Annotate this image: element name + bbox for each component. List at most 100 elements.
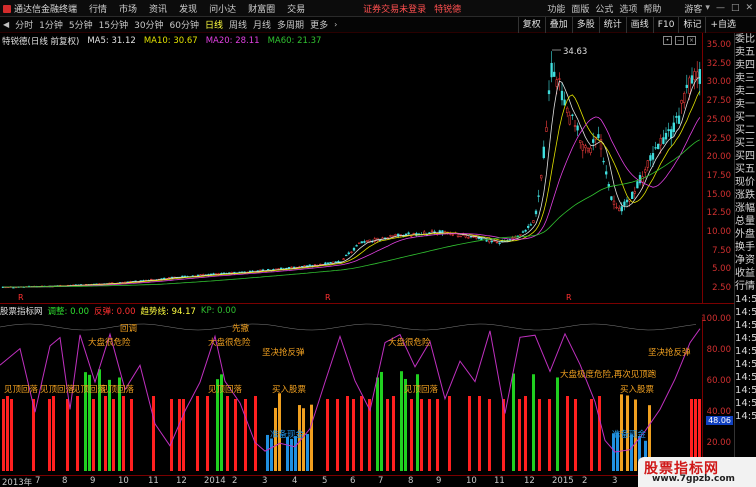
menu-caifuquan[interactable]: 财富圈 [242,2,281,15]
date-tick: 7 [35,476,41,486]
period-daily[interactable]: 日线 [202,18,226,31]
signal-bar [48,399,51,471]
indicator-signal-label: 坚决抢反弹 [648,347,691,358]
period-30min[interactable]: 30分钟 [131,18,166,31]
signal-bar [244,399,247,471]
dropdown-icon[interactable]: ▾ [702,3,713,13]
side-panel-label: 行情 [735,281,755,292]
menu-gongneng[interactable]: 功能 [544,2,568,15]
candle [352,246,356,252]
user-label[interactable]: 游客 [684,2,702,15]
tool-biaoji[interactable]: 标记 [678,17,705,33]
side-panel-label: 卖四 [735,60,755,71]
price-tick: 5.00 [712,264,731,275]
period-multi[interactable]: 多周期 [274,18,307,31]
signal-bar [538,399,541,471]
minimize-icon[interactable]: — [713,3,728,13]
tool-duogu[interactable]: 多股 [571,17,599,33]
period-5min[interactable]: 5分钟 [66,18,96,31]
side-panel-label: 委比 [735,34,755,45]
candle [566,106,569,118]
price-chart[interactable]: 34.63 R R R [0,33,712,303]
candle [542,140,545,160]
period-weekly[interactable]: 周线 [226,18,250,31]
side-panel-label: 现价 [735,177,755,188]
candle [680,99,683,114]
close-icon[interactable]: ✕ [742,3,756,13]
tool-tongji[interactable]: 统计 [598,17,626,33]
indicator-signal-label: 回调 [120,324,137,334]
date-tick: 8 [62,476,68,486]
menu-jiaoyi[interactable]: 交易 [281,2,311,15]
period-fenshi[interactable]: 分时 [12,18,36,31]
ma5-line [3,77,700,288]
date-tick: 2 [232,476,238,486]
candle [334,261,337,263]
candle [646,159,649,172]
indicator-signal-label: 见顶回落 [208,384,243,395]
indicator-chart[interactable]: 见顶回落 见顶回落见顶回落见顶回落 见顶回落 见顶回落买入股票 买入股票大盘很危险 大盘很… [0,317,712,475]
quote-side-panel: 委比 卖五 卖四 卖三 卖二 卖一 买一 买二 买三 买四 买五 现价 涨跌 涨幅 总量 外盘 换手 净资 收益 行情… [734,33,756,475]
candle [672,115,675,137]
signal-bar [400,371,403,471]
signal-bar [488,399,491,471]
tool-fuquan[interactable]: 复权 [517,17,545,33]
period-toolbar: ◀ 分时 1分钟 5分钟 15分钟 30分钟 60分钟 日线 周线 月线 多周期… [0,17,756,33]
menu-wenxiaoda[interactable]: 问小达 [203,2,242,15]
signal-bar [524,396,527,471]
indicator-signal-label: 买入股票 [272,385,307,395]
trade-login-notice[interactable]: 证券交易未登录 [363,2,426,15]
side-panel-label: 净资 [735,255,755,266]
menu-mianban[interactable]: 面版 [568,2,592,15]
signal-bar [178,399,181,471]
period-monthly[interactable]: 月线 [250,18,274,31]
candle [657,143,660,150]
menu-zixun[interactable]: 资讯 [143,2,173,15]
candle [560,82,564,106]
period-15min[interactable]: 15分钟 [96,18,131,31]
signal-bar [294,436,297,471]
price-tick: 17.50 [706,170,731,181]
candle [584,143,587,154]
period-1min[interactable]: 1分钟 [36,18,66,31]
tool-huaxian[interactable]: 画线 [625,17,653,33]
menu-faxian[interactable]: 发现 [173,2,203,15]
candle [358,242,361,245]
side-panel-label: 收益 [735,268,755,279]
period-more[interactable]: 更多 [307,18,331,31]
indicator-name[interactable]: 股票指标网 [0,305,48,317]
menu-shichang[interactable]: 市场 [113,2,143,15]
panel-close-icon[interactable]: × [687,36,696,45]
ma60-value: MA60: 21.37 [267,35,322,46]
side-panel-label: 买四 [735,151,755,162]
indicator-signal-label: 坚决抢反弹 [262,347,305,358]
menu-hangqing[interactable]: 行情 [83,2,113,15]
candle [568,111,571,126]
watermark-url: www.7gpzb.com [652,474,735,484]
menu-bangzhu[interactable]: 帮助 [640,2,664,15]
panel-settings-icon[interactable]: • [663,36,672,45]
signal-bar [6,396,9,471]
side-panel-label: 卖一 [735,99,755,110]
chevron-right-icon[interactable]: › [331,20,340,29]
menu-xuanxiang[interactable]: 选项 [616,2,640,15]
peak-price-label: 34.63 [563,47,587,57]
period-60min[interactable]: 60分钟 [167,18,202,31]
back-icon[interactable]: ◀ [0,20,12,29]
tool-diejia[interactable]: 叠加 [544,17,572,33]
panel-minus-icon[interactable]: − [675,36,684,45]
candle [467,236,470,239]
candle [685,74,688,94]
date-tick: 12 [176,476,187,486]
side-panel-label: 14:56 [735,359,756,370]
tool-add-watchlist[interactable]: +自选 [705,17,740,33]
tool-f10[interactable]: F10 [652,17,679,33]
panel-controls: • − × [663,36,696,45]
maximize-icon[interactable]: □ [728,3,743,13]
menu-gongshi[interactable]: 公式 [592,2,616,15]
candle [618,205,621,212]
candle [490,240,493,244]
candle [605,165,608,179]
candle [150,278,153,281]
signal-bar [548,399,551,471]
